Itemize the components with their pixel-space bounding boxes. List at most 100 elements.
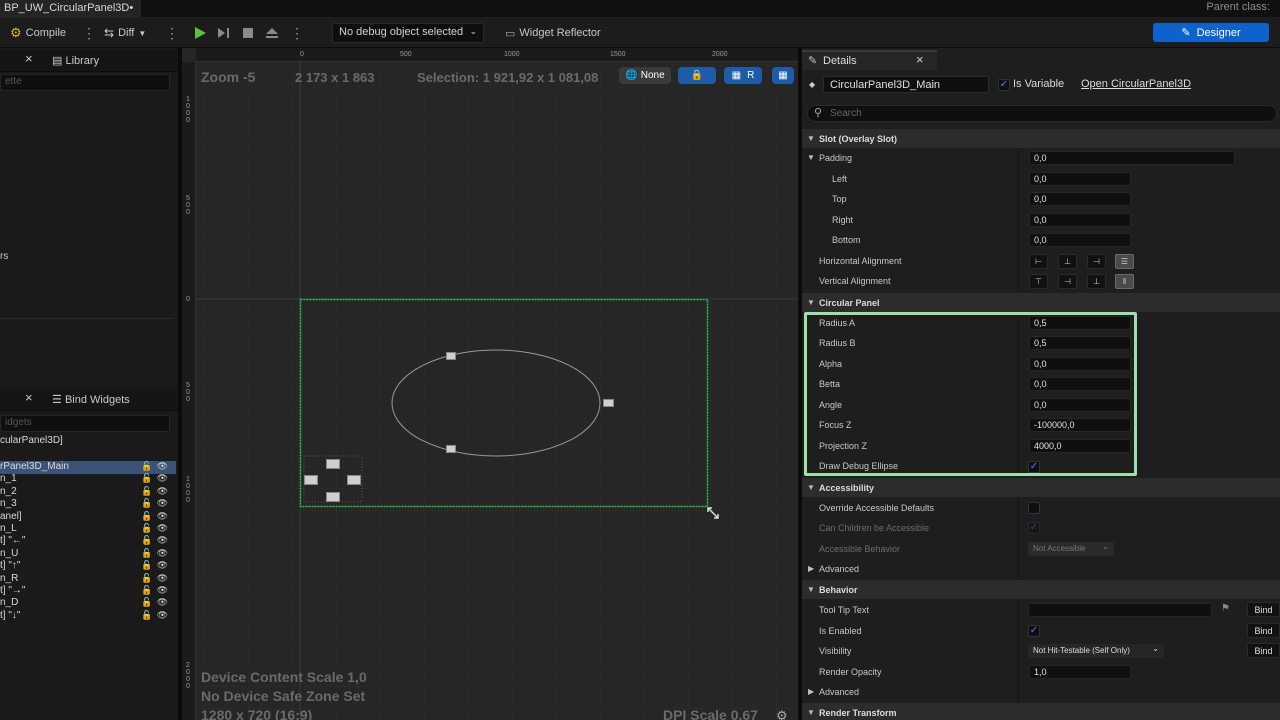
angle-input[interactable]: 0,0 (1029, 398, 1131, 412)
lock-toggle[interactable]: 🔒 (678, 67, 716, 84)
visibility-select[interactable]: Not Hit-Testable (Self Only) ⌄ (1028, 644, 1164, 658)
alpha-input[interactable]: 0,0 (1029, 357, 1131, 371)
is-variable-checkbox[interactable]: ✓ (998, 79, 1010, 91)
stop-button[interactable] (238, 23, 258, 43)
lock-visibility-icons[interactable]: 🔓👁 (141, 473, 172, 484)
close-icon[interactable]: × (916, 52, 924, 67)
row-advanced-accessibility[interactable]: ▶ Advanced (802, 559, 1280, 579)
hierarchy-item[interactable]: n_R 🔓👁 (0, 573, 176, 586)
diff-options-icon[interactable]: ⋮ (165, 26, 179, 40)
hierarchy-item[interactable]: n_2 🔓👁 (0, 486, 176, 499)
section-slot[interactable]: ▼ Slot (Overlay Slot) (802, 129, 1280, 148)
lock-visibility-icons[interactable]: 🔓👁 (141, 523, 172, 534)
lock-visibility-icons[interactable]: 🔓👁 (141, 548, 172, 559)
row-advanced-behavior[interactable]: ▶ Advanced (802, 682, 1280, 702)
render-opacity-input[interactable]: 1,0 (1029, 665, 1131, 679)
hierarchy-item[interactable]: t] "↓" 🔓👁 (0, 610, 176, 623)
close-icon[interactable]: × (25, 51, 33, 66)
palette-search-input[interactable]: ette (0, 74, 170, 91)
close-icon[interactable]: × (25, 390, 33, 405)
radius-b-input[interactable]: 0,5 (1029, 336, 1131, 350)
lock-visibility-icons[interactable]: 🔓👁 (141, 498, 172, 509)
hierarchy-item[interactable]: t] "→" 🔓👁 (0, 585, 176, 598)
hierarchy-item[interactable]: anel] 🔓👁 (0, 511, 176, 524)
lock-visibility-icons[interactable]: 🔓👁 (141, 511, 172, 522)
tab-library[interactable]: ▤ Library (52, 54, 99, 67)
padding-right-input[interactable]: 0,0 (1029, 213, 1131, 227)
align-left-button[interactable]: ⊢ (1029, 254, 1048, 269)
lock-visibility-icons[interactable]: 🔓👁 (141, 486, 172, 497)
arrow-button-up[interactable] (326, 459, 340, 469)
align-right-button[interactable]: ⊣ (1087, 254, 1106, 269)
padding-input[interactable]: 0,0 (1029, 151, 1235, 165)
lock-visibility-icons[interactable]: 🔓👁 (141, 610, 172, 621)
details-search-input[interactable]: ⚲ Search (807, 105, 1277, 122)
localization-preview-button[interactable]: 🌐 None (619, 67, 671, 84)
play-options-icon[interactable]: ⋮ (290, 26, 304, 40)
eject-button[interactable] (262, 23, 282, 43)
lock-visibility-icons[interactable]: 🔓👁 (141, 461, 172, 472)
draw-debug-checkbox[interactable]: ✓ (1028, 461, 1040, 473)
visibility-bind-button[interactable]: Bind (1247, 643, 1280, 658)
section-render-transform[interactable]: ▼ Render Transform (802, 703, 1280, 720)
gear-icon[interactable]: ⚙ (776, 708, 788, 720)
hierarchy-item[interactable]: t] "↑" 🔓👁 (0, 560, 176, 573)
flag-icon[interactable]: ⚑ (1221, 603, 1230, 614)
hierarchy-item[interactable]: rPanel3D_Main 🔓👁 (0, 461, 176, 474)
valign-top-button[interactable]: ⊤ (1029, 274, 1048, 289)
tab-details[interactable]: ✎ Details × (802, 50, 937, 70)
section-accessibility[interactable]: ▼ Accessibility (802, 478, 1280, 497)
radial-item-1[interactable] (446, 352, 456, 360)
hierarchy-search-input[interactable]: idgets (0, 415, 170, 432)
play-button[interactable] (190, 23, 210, 43)
hierarchy-item[interactable]: n_D 🔓👁 (0, 597, 176, 610)
arrow-button-down[interactable] (326, 492, 340, 502)
document-tab[interactable]: BP_UW_CircularPanel3D• (0, 0, 142, 18)
grid-toggle[interactable]: ▦ (772, 67, 794, 84)
hierarchy-root[interactable]: cularPanel3D] (0, 435, 176, 448)
projection-z-input[interactable]: 4000,0 (1029, 439, 1131, 453)
widget-name-input[interactable]: CircularPanel3D_Main (823, 76, 989, 93)
is-enabled-bind-button[interactable]: Bind (1247, 623, 1280, 638)
section-circular-panel[interactable]: ▼ Circular Panel (802, 293, 1280, 312)
designer-canvas[interactable]: 0 500 1000 1500 2000 1 0 0 0 5 0 0 0 5 0… (182, 48, 798, 720)
tooltip-bind-button[interactable]: Bind (1247, 602, 1280, 617)
arrow-button-right[interactable] (347, 475, 361, 485)
valign-fill-button[interactable]: ‖ (1115, 274, 1134, 289)
lock-visibility-icons[interactable]: 🔓👁 (141, 535, 172, 546)
arrow-button-left[interactable] (304, 475, 318, 485)
tab-bind-widgets[interactable]: ☰ Bind Widgets (52, 393, 130, 406)
compile-options-icon[interactable]: ⋮ (82, 26, 96, 40)
designer-mode-button[interactable]: ✎ Designer (1153, 23, 1269, 42)
section-behavior[interactable]: ▼ Behavior (802, 580, 1280, 599)
padding-top-input[interactable]: 0,0 (1029, 192, 1131, 206)
align-center-button[interactable]: ⊥ (1058, 254, 1077, 269)
betta-input[interactable]: 0,0 (1029, 377, 1131, 391)
focus-z-input[interactable]: -100000,0 (1029, 418, 1131, 432)
align-fill-button[interactable]: ☰ (1115, 254, 1134, 269)
valign-bottom-button[interactable]: ⊥ (1087, 274, 1106, 289)
radial-item-3[interactable] (446, 445, 456, 453)
padding-bottom-input[interactable]: 0,0 (1029, 233, 1131, 247)
hierarchy-item[interactable]: t] "←" 🔓👁 (0, 535, 176, 548)
hierarchy-item[interactable]: n_U 🔓👁 (0, 548, 176, 561)
hierarchy-item[interactable]: n_3 🔓👁 (0, 498, 176, 511)
padding-left-input[interactable]: 0,0 (1029, 172, 1131, 186)
chevron-down-icon[interactable]: ▼ (807, 153, 815, 162)
accessible-behavior-select[interactable]: Not Accessible ⌄ (1028, 542, 1114, 556)
widget-reflector-button[interactable]: ▭ Widget Reflector (505, 22, 601, 44)
hierarchy-item[interactable]: n_1 🔓👁 (0, 473, 176, 486)
valign-center-button[interactable]: ⊣ (1058, 274, 1077, 289)
is-enabled-checkbox[interactable]: ✓ (1028, 625, 1040, 637)
lock-visibility-icons[interactable]: 🔓👁 (141, 597, 172, 608)
respect-locks-toggle[interactable]: ▦ R (724, 67, 762, 84)
override-defaults-checkbox[interactable] (1028, 502, 1040, 514)
tooltip-input[interactable] (1028, 603, 1212, 617)
lock-visibility-icons[interactable]: 🔓👁 (141, 573, 172, 584)
step-button[interactable] (214, 23, 234, 43)
debug-object-select[interactable]: No debug object selected ⌄ (332, 23, 484, 43)
radius-a-input[interactable]: 0,5 (1029, 316, 1131, 330)
open-class-link[interactable]: Open CircularPanel3D (1081, 78, 1191, 90)
compile-button[interactable]: ⚙ Compile (10, 22, 66, 44)
hierarchy-item[interactable]: n_L 🔓👁 (0, 523, 176, 536)
